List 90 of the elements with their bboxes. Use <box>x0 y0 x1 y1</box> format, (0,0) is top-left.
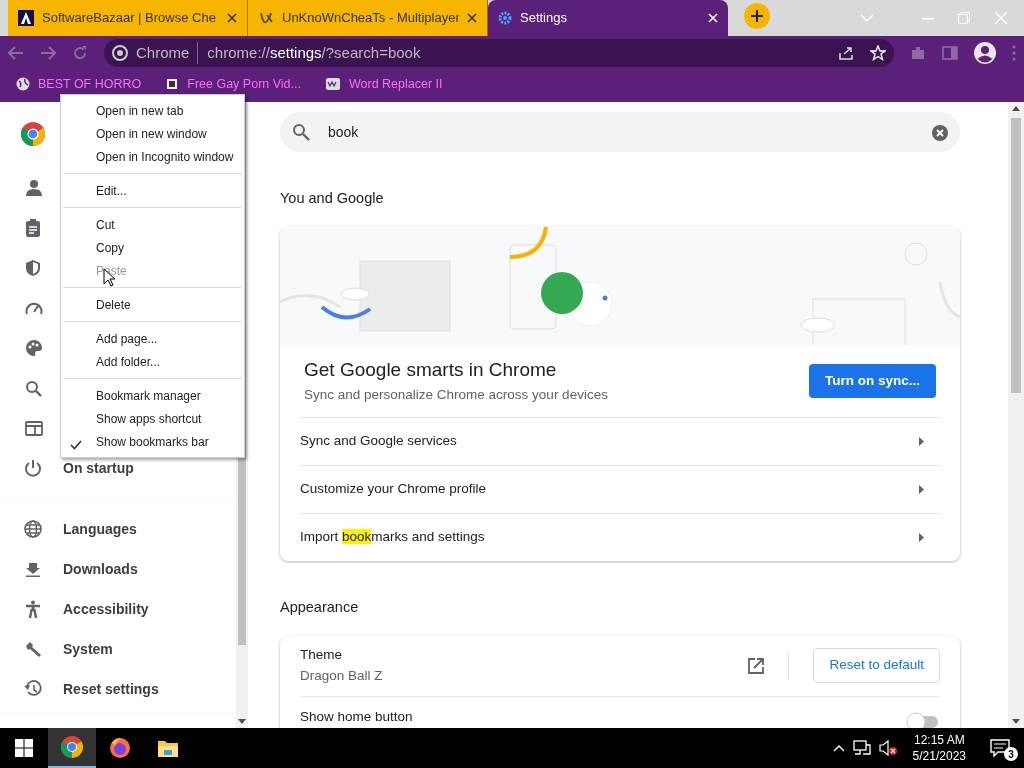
chrome-icon[interactable] <box>61 736 83 758</box>
menu-item[interactable]: Add page... <box>61 327 244 350</box>
gear-icon <box>498 11 512 25</box>
caret-right-icon <box>919 533 924 543</box>
theme-name: Dragon Ball Z <box>300 666 384 685</box>
bookmark-favicon-icon <box>325 77 341 92</box>
more-icon[interactable] <box>1012 45 1016 61</box>
globe-icon <box>24 520 42 538</box>
chevron-up-icon[interactable] <box>832 744 845 752</box>
new-tab-icon[interactable] <box>744 3 770 29</box>
clipboard-icon <box>25 219 41 237</box>
row-label: Show home button <box>300 707 413 726</box>
close-icon[interactable] <box>467 13 477 23</box>
menu-item[interactable]: Show apps shortcut <box>61 407 244 430</box>
shield-icon <box>25 259 41 277</box>
history-icon <box>24 680 42 698</box>
side-panel-icon[interactable] <box>942 46 958 60</box>
forward-icon[interactable] <box>40 46 56 60</box>
settings-row[interactable]: Import bookmarks and settings <box>300 512 940 561</box>
section-heading: You and Google <box>280 189 385 208</box>
folder-icon[interactable] <box>157 738 179 758</box>
chrome-logo-icon <box>21 121 45 146</box>
row-label: Theme <box>300 646 344 665</box>
sidebar-item[interactable]: Reset settings <box>0 669 236 709</box>
wrench-icon <box>24 640 42 658</box>
sidebar-item[interactable]: Accessibility <box>0 589 236 629</box>
download-icon <box>26 561 40 577</box>
browser-tab[interactable]: UnKnoWnCheaTs - Multiplayer <box>248 0 488 36</box>
sidebar-item[interactable]: System <box>0 629 236 669</box>
palette-icon <box>25 339 43 357</box>
address-bar[interactable]: Chrome chrome://settings/?search=book <box>104 39 894 67</box>
search-icon <box>25 379 42 397</box>
windows-start-icon[interactable] <box>15 739 33 757</box>
power-icon <box>24 459 42 477</box>
clock[interactable]: 12:15 AM 5/21/2023 <box>904 731 974 765</box>
settings-row[interactable]: Customize your Chrome profile <box>300 464 940 513</box>
extensions-icon[interactable] <box>910 45 926 61</box>
share-icon[interactable] <box>838 45 854 61</box>
notification-icon[interactable] <box>990 738 1010 757</box>
browser-window-icon <box>25 420 43 436</box>
bookmark[interactable]: Free Gay Porn Vid... <box>165 75 301 94</box>
tab-logo-icon <box>18 10 34 26</box>
search-icon <box>292 123 310 141</box>
menu-item[interactable]: Delete <box>61 293 244 316</box>
scroll-down-icon[interactable] <box>1012 719 1020 724</box>
browser-tab[interactable]: SoftwareBazaar | Browse Che <box>8 0 248 36</box>
speedometer-icon <box>25 301 43 315</box>
close-icon[interactable] <box>227 13 237 23</box>
scrollbar[interactable] <box>1008 102 1024 728</box>
menu-item[interactable]: Copy <box>61 236 244 259</box>
chrome-icon <box>112 45 128 61</box>
bookmark-favicon-icon <box>165 77 180 92</box>
settings-row[interactable]: Sync and Google services <box>300 416 940 465</box>
profile-icon[interactable] <box>974 42 996 64</box>
menu-item[interactable]: Open in Incognito window <box>61 145 244 168</box>
accessibility-icon <box>25 600 41 618</box>
scroll-up-icon[interactable] <box>1012 106 1020 111</box>
browser-tab[interactable]: Settings <box>488 0 728 36</box>
volume-muted-icon[interactable] <box>878 740 897 756</box>
caret-right-icon <box>919 437 924 447</box>
promo-subtitle: Sync and personalize Chrome across your devices <box>304 385 609 404</box>
external-link-icon[interactable] <box>748 657 765 674</box>
menu-item[interactable]: Bookmark manager <box>61 384 244 407</box>
globe-icon <box>16 77 30 92</box>
menu-item[interactable]: Edit... <box>61 179 244 202</box>
tab-logo-icon <box>258 10 274 26</box>
bookmark[interactable]: Word Replacer II <box>325 75 443 94</box>
back-icon[interactable] <box>8 46 24 60</box>
person-icon <box>25 179 43 197</box>
section-heading: Appearance <box>280 597 360 617</box>
network-icon[interactable] <box>852 740 871 756</box>
bookmark[interactable]: BEST OF HORRO <box>16 75 142 94</box>
menu-item[interactable]: Add folder... <box>61 350 244 373</box>
reload-icon[interactable] <box>72 45 88 61</box>
sidebar-item[interactable]: Languages <box>0 509 236 549</box>
sidebar-item[interactable]: Downloads <box>0 549 236 589</box>
menu-item[interactable]: Open in new tab <box>61 99 244 122</box>
menu-item[interactable]: Cut <box>61 213 244 236</box>
search-field[interactable]: book <box>326 120 916 144</box>
clear-icon[interactable] <box>932 124 948 141</box>
scroll-down-icon[interactable] <box>238 719 246 724</box>
caret-right-icon <box>919 485 924 495</box>
promo-title: Get Google smarts in Chrome <box>304 358 558 383</box>
firefox-icon[interactable] <box>109 737 131 759</box>
reset-button[interactable]: Reset to default <box>813 648 940 683</box>
star-icon[interactable] <box>870 45 886 61</box>
sync-button[interactable]: Turn on sync... <box>809 363 936 398</box>
notification-count: 3 <box>1004 747 1018 761</box>
menu-item[interactable]: Open in new window <box>61 122 244 145</box>
search-bar[interactable]: book <box>280 112 960 152</box>
